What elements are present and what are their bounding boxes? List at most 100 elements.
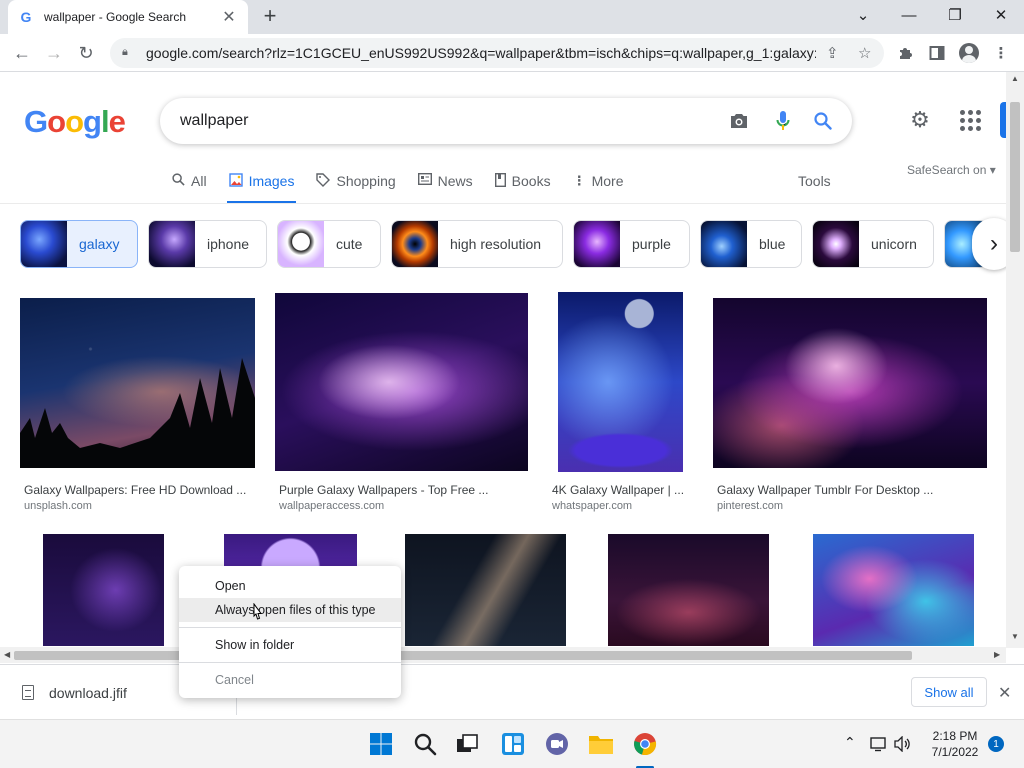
teams-chat-icon[interactable] — [542, 729, 572, 759]
search-box[interactable]: wallpaper — [160, 98, 852, 144]
vertical-scrollbar[interactable]: ▲ ▼ — [1006, 72, 1024, 648]
forward-arrow-icon[interactable]: → — [42, 41, 66, 65]
chip-thumbnail — [149, 221, 195, 267]
windows-taskbar: ⌃ 2:18 PM 7/1/2022 1 — [0, 719, 1024, 768]
horizontal-scrollbar[interactable]: ◀ ▶ — [0, 647, 1006, 663]
result-thumbnail — [558, 292, 683, 472]
profile-avatar-icon[interactable] — [958, 42, 980, 64]
browser-menu-icon[interactable]: ⋮ — [990, 42, 1012, 64]
image-result[interactable]: Purple Galaxy Wallpapers - Top Free ... … — [275, 293, 529, 518]
side-panel-icon[interactable] — [926, 42, 948, 64]
tab-more[interactable]: ⋮ More — [573, 160, 624, 204]
chip-thumbnail — [701, 221, 747, 267]
image-result[interactable] — [813, 534, 975, 646]
scrollbar-thumb[interactable] — [1010, 102, 1020, 252]
image-result[interactable] — [43, 534, 165, 646]
notification-badge[interactable]: 1 — [988, 736, 1004, 752]
scroll-up-arrow-icon[interactable]: ▲ — [1011, 74, 1019, 83]
result-title[interactable]: 4K Galaxy Wallpaper | ... — [552, 483, 684, 497]
chip-iphone[interactable]: iphone — [148, 220, 267, 268]
file-icon — [22, 685, 34, 700]
image-result[interactable]: 4K Galaxy Wallpaper | ... whatspaper.com — [552, 292, 684, 518]
result-thumbnail — [275, 293, 528, 471]
google-logo[interactable]: Google — [24, 104, 126, 140]
tab-books[interactable]: Books — [494, 160, 551, 204]
microphone-icon[interactable] — [772, 110, 794, 132]
menu-item-always-open[interactable]: Always open files of this type — [179, 598, 401, 622]
scroll-right-arrow-icon[interactable]: ▶ — [994, 650, 1000, 659]
images-icon — [228, 173, 243, 190]
image-result[interactable]: Galaxy Wallpapers: Free HD Download ... … — [20, 298, 256, 518]
tab-shopping[interactable]: Shopping — [316, 160, 396, 204]
scroll-down-arrow-icon[interactable]: ▼ — [1011, 632, 1019, 641]
address-bar[interactable]: 🔒︎ google.com/search?rlz=1C1GCEU_enUS992… — [110, 38, 884, 68]
settings-gear-icon[interactable]: ⚙ — [908, 107, 932, 132]
widgets-icon[interactable] — [498, 729, 528, 759]
search-nav-tabs: All Images Shopping News Books ⋮ More — [172, 160, 646, 204]
result-source[interactable]: whatspaper.com — [552, 500, 632, 512]
safesearch-toggle[interactable]: SafeSearch on ▾ — [907, 163, 996, 177]
search-icon[interactable] — [410, 729, 440, 759]
chip-purple[interactable]: purple — [573, 220, 690, 268]
chip-unicorn[interactable]: unicorn — [812, 220, 934, 268]
network-icon[interactable] — [870, 736, 888, 755]
extensions-puzzle-icon[interactable] — [894, 42, 916, 64]
download-shelf: download.jfif Show all ✕ — [0, 664, 1024, 719]
search-icon[interactable] — [812, 110, 834, 132]
result-title[interactable]: Purple Galaxy Wallpapers - Top Free ... — [279, 483, 525, 497]
tab-all[interactable]: All — [172, 160, 207, 204]
result-source[interactable]: unsplash.com — [24, 500, 92, 512]
download-filename[interactable]: download.jfif — [49, 685, 127, 701]
windows-start-icon[interactable] — [366, 729, 396, 759]
close-icon[interactable]: ✕ — [998, 683, 1011, 703]
clock-time: 2:18 PM — [932, 729, 978, 743]
close-window-button[interactable]: ✕ — [978, 0, 1024, 30]
menu-item-show-in-folder[interactable]: Show in folder — [179, 633, 401, 657]
menu-item-open[interactable]: Open — [179, 574, 401, 598]
show-all-button[interactable]: Show all — [911, 677, 987, 707]
volume-icon[interactable] — [894, 735, 912, 755]
camera-lens-icon[interactable] — [728, 110, 750, 132]
result-title[interactable]: Galaxy Wallpaper Tumblr For Desktop ... — [717, 483, 983, 497]
tag-icon — [316, 173, 331, 190]
scroll-left-arrow-icon[interactable]: ◀ — [4, 650, 10, 659]
google-apps-icon[interactable] — [958, 108, 982, 132]
result-source[interactable]: pinterest.com — [717, 500, 783, 512]
search-input[interactable]: wallpaper — [180, 112, 248, 130]
back-arrow-icon[interactable]: ← — [10, 41, 34, 65]
url-text: google.com/search?rlz=1C1GCEU_enUS992US9… — [146, 45, 816, 61]
tab-search-chevron-icon[interactable]: ⌄ — [840, 0, 886, 30]
tools-button[interactable]: Tools — [798, 173, 831, 189]
tab-close-icon[interactable]: ✕ — [220, 7, 238, 27]
restore-button[interactable]: ❐ — [932, 0, 978, 30]
chip-cute[interactable]: cute — [277, 220, 381, 268]
file-explorer-icon[interactable] — [586, 729, 616, 759]
image-result[interactable]: Galaxy Wallpaper Tumblr For Desktop ... … — [713, 298, 988, 518]
share-icon[interactable]: ⇪ — [826, 44, 839, 62]
result-title[interactable]: Galaxy Wallpapers: Free HD Download ... — [24, 483, 252, 497]
browser-tab[interactable]: G wallpaper - Google Search ✕ — [8, 0, 248, 34]
tab-images[interactable]: Images — [226, 160, 297, 204]
bookmark-star-icon[interactable]: ☆ — [858, 44, 871, 62]
image-result[interactable] — [405, 534, 567, 646]
system-clock[interactable]: 2:18 PM 7/1/2022 — [925, 728, 985, 760]
chip-galaxy[interactable]: galaxy — [20, 220, 138, 268]
scrollbar-thumb[interactable] — [14, 651, 912, 660]
chip-high-resolution[interactable]: high resolution — [391, 220, 563, 268]
chevron-up-icon[interactable]: ⌃ — [844, 734, 856, 751]
image-result[interactable] — [608, 534, 770, 646]
new-tab-button[interactable]: + — [258, 4, 282, 28]
chip-thumbnail — [21, 221, 67, 267]
book-icon — [494, 172, 506, 190]
tab-news[interactable]: News — [417, 160, 473, 204]
chip-blue[interactable]: blue — [700, 220, 802, 268]
result-source[interactable]: wallpaperaccess.com — [279, 500, 384, 512]
minimize-button[interactable]: — — [886, 0, 932, 30]
chrome-icon[interactable] — [630, 729, 660, 759]
lock-icon: 🔒︎ — [122, 46, 128, 58]
result-thumbnail — [20, 298, 255, 468]
task-view-icon[interactable] — [452, 729, 482, 759]
search-icon — [172, 173, 185, 189]
menu-item-cancel[interactable]: Cancel — [179, 668, 401, 692]
reload-icon[interactable]: ↻ — [74, 41, 98, 65]
